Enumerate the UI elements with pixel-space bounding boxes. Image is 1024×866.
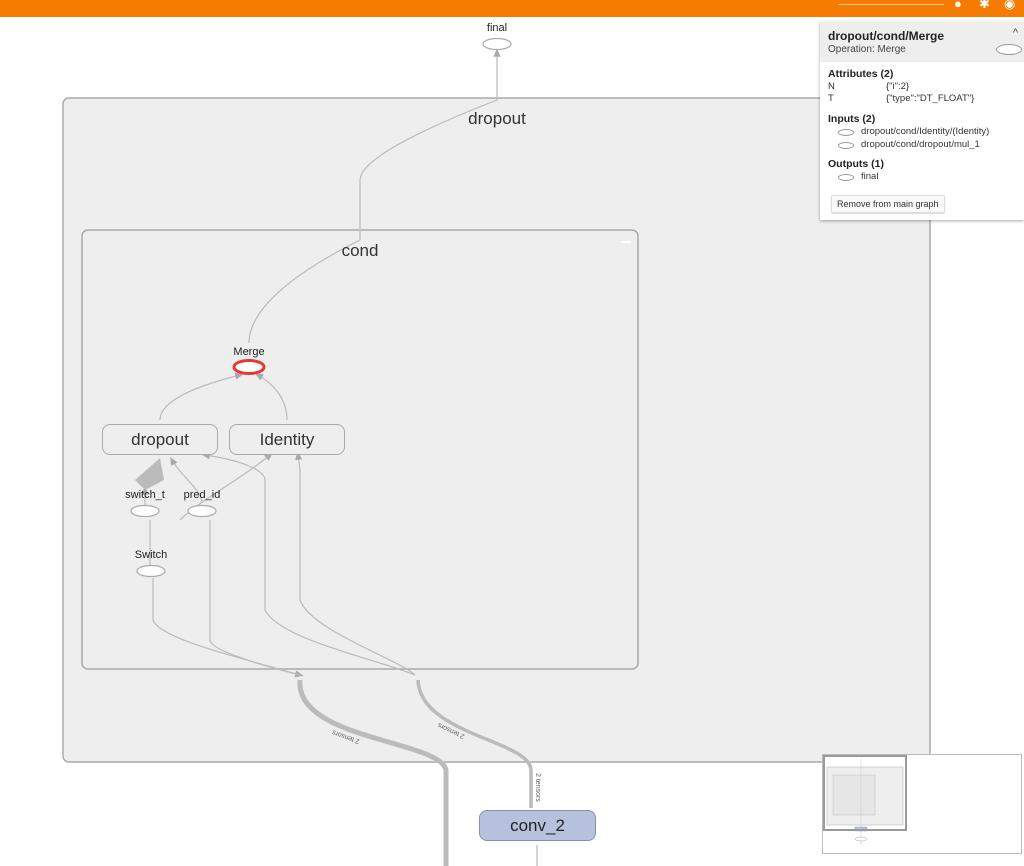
minimap[interactable] bbox=[822, 754, 1022, 854]
node-shape-icon bbox=[996, 44, 1022, 55]
settings-icon[interactable]: ✱ bbox=[979, 0, 990, 11]
dropout-group-title: dropout bbox=[468, 109, 526, 128]
final-label: final bbox=[486, 22, 508, 34]
switch-t-label: switch_t bbox=[125, 489, 165, 501]
search-icon[interactable]: ● bbox=[954, 0, 962, 11]
minimap-viewport[interactable] bbox=[823, 755, 907, 831]
merge-label: Merge bbox=[233, 346, 265, 358]
switch-t-node[interactable] bbox=[130, 504, 160, 518]
cond-group-title: cond bbox=[341, 241, 379, 260]
switch-label: Switch bbox=[134, 549, 168, 561]
switch-node[interactable] bbox=[136, 564, 166, 578]
node-info-card: dropout/cond/Merge Operation: Merge ^ At… bbox=[820, 22, 1024, 220]
output-item[interactable]: final bbox=[861, 171, 878, 182]
input-item[interactable]: dropout/cond/dropout/mul_1 bbox=[861, 139, 980, 150]
app-header: ● ✱ ◉ bbox=[0, 0, 1024, 17]
identity-node[interactable]: Identity bbox=[229, 424, 345, 455]
dropout-inner-node[interactable]: dropout bbox=[102, 424, 218, 455]
merge-node[interactable] bbox=[232, 359, 266, 375]
pred-id-label: pred_id bbox=[183, 489, 221, 501]
attributes-title: Attributes (2) bbox=[828, 68, 894, 80]
search-input[interactable] bbox=[838, 4, 944, 5]
help-icon[interactable]: ◉ bbox=[1004, 0, 1015, 11]
input-item[interactable]: dropout/cond/Identity/(Identity) bbox=[861, 126, 989, 137]
info-card-title: dropout/cond/Merge bbox=[828, 29, 944, 43]
attr-value: {"i":2} bbox=[886, 81, 910, 92]
edge-label-conv: 2 tensors bbox=[534, 773, 541, 802]
pred-id-node[interactable] bbox=[187, 504, 217, 518]
info-card-operation: Operation: Merge bbox=[828, 44, 906, 55]
collapse-caret-icon[interactable]: ^ bbox=[1013, 27, 1018, 39]
input-node-icon bbox=[838, 142, 854, 149]
info-card-header: dropout/cond/Merge Operation: Merge ^ bbox=[820, 22, 1024, 62]
collapse-cond-icon[interactable] bbox=[621, 241, 631, 243]
final-node[interactable] bbox=[482, 37, 512, 51]
inputs-title: Inputs (2) bbox=[828, 113, 876, 125]
output-node-icon bbox=[838, 174, 854, 181]
attr-value: {"type":"DT_FLOAT"} bbox=[886, 93, 975, 104]
conv2-node[interactable]: conv_2 bbox=[479, 810, 596, 841]
input-node-icon bbox=[838, 129, 854, 136]
remove-from-main-graph-button[interactable]: Remove from main graph bbox=[831, 195, 945, 213]
outputs-title: Outputs (1) bbox=[828, 158, 884, 170]
attr-key: N bbox=[828, 81, 835, 92]
attr-key: T bbox=[828, 93, 834, 104]
